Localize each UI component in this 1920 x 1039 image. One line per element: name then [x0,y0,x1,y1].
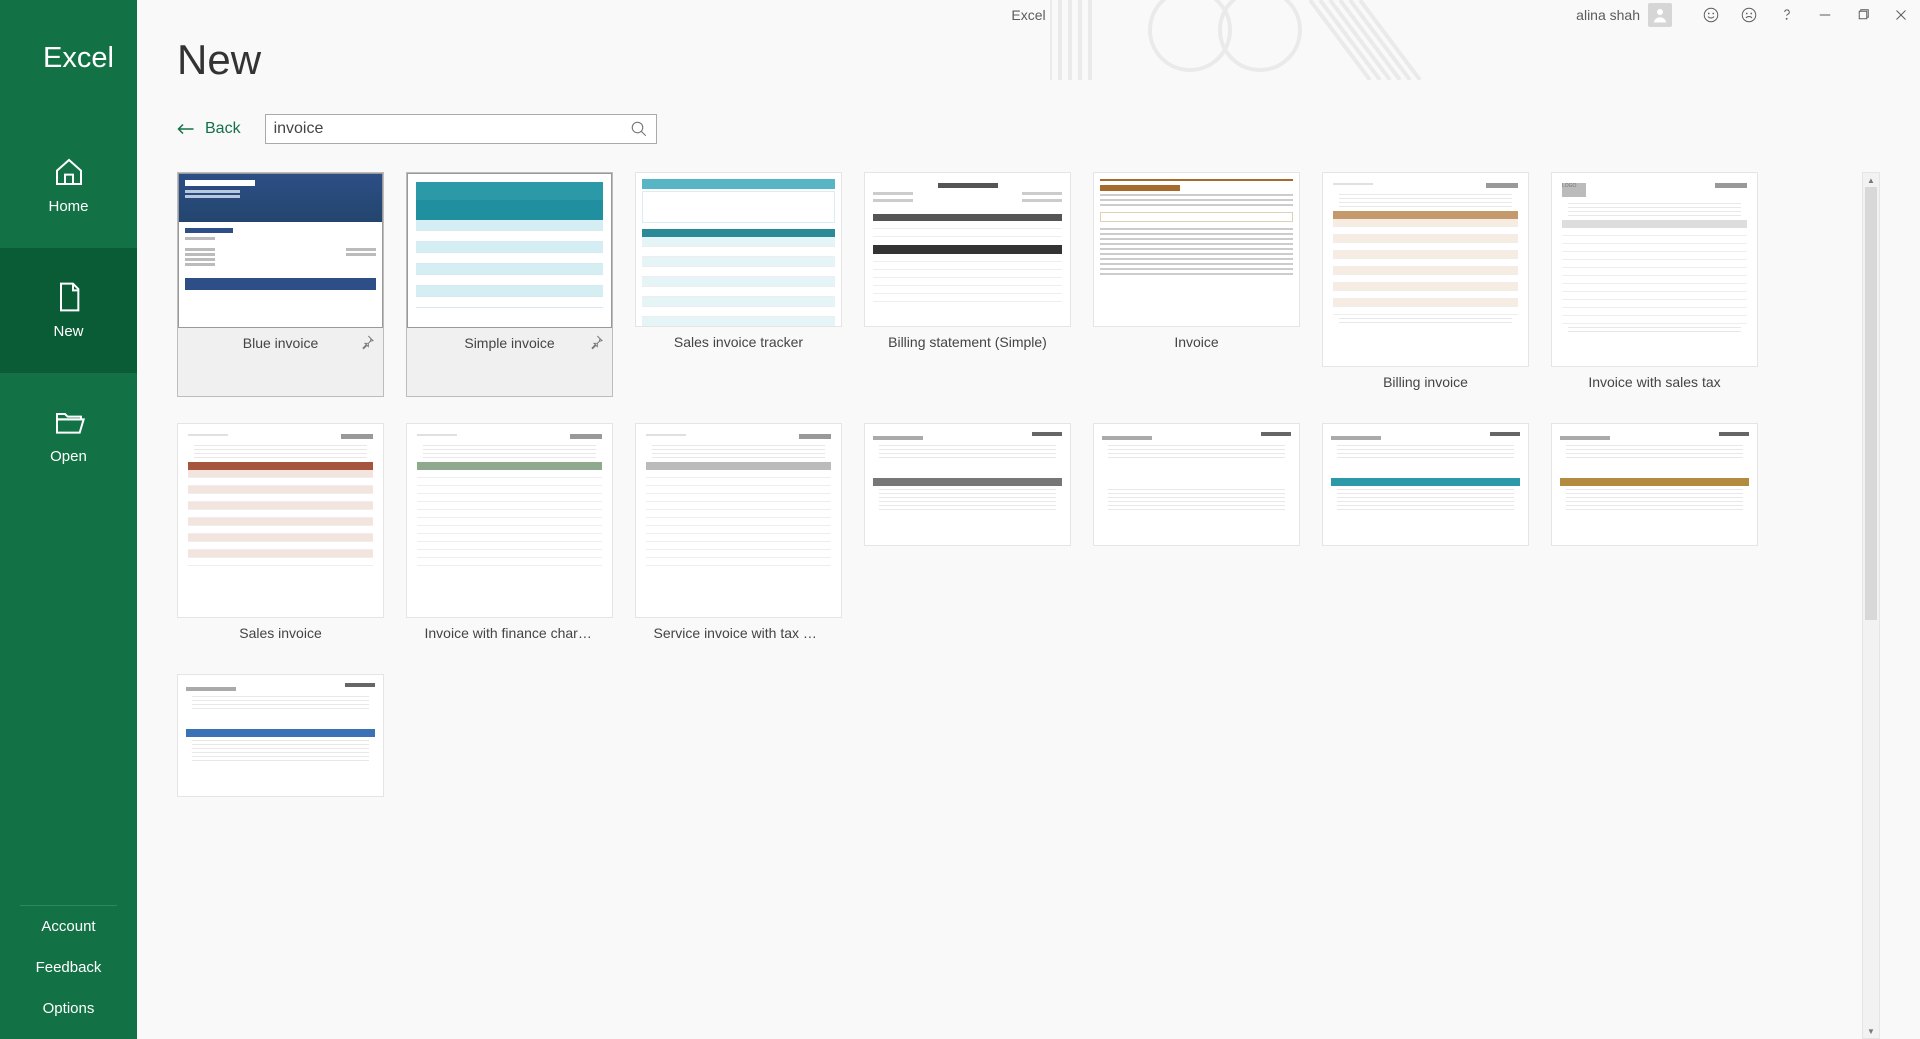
template-label: Service invoice with tax ca... [654,625,824,641]
template-sales-tracker[interactable]: Sales invoice tracker [635,172,842,397]
template-thumbnail [1093,172,1300,327]
sidebar-item-new[interactable]: New [0,248,137,373]
folder-open-icon [53,406,85,438]
sidebar-bottom-links: Account Feedback Options [20,905,117,1039]
template-thumbnail [864,172,1071,327]
app-title: Excel [0,0,137,75]
template-caption-row: Billing statement (Simple) [864,327,1071,357]
sidebar-item-home[interactable]: Home [0,123,137,248]
template-thumbnail [406,423,613,618]
template-label: Simple invoice [464,335,554,351]
account-name[interactable]: alina shah [1576,7,1640,23]
template-thumbnail [1322,172,1529,367]
back-label: Back [205,120,241,138]
template-thumbnail [1093,423,1300,546]
window-close-button[interactable] [1882,0,1920,30]
template-caption-row: Invoice with finance charg... [406,618,613,648]
window-titlebar: Excel alina shah [137,0,1920,30]
template-simple-invoice[interactable]: Simple invoice [406,172,613,397]
template-thumbnail [177,674,384,797]
backstage-sidebar: Excel Home New Open Account Feedback Opt… [0,0,137,1039]
template-thumbnail [1551,423,1758,546]
question-icon [1778,6,1796,24]
template-thumbnail: LOGO [1551,172,1758,367]
window-minimize-button[interactable] [1806,0,1844,30]
template-caption-row: Invoice [1093,327,1300,357]
template-r3-2[interactable] [1093,423,1300,648]
template-finance-charge[interactable]: Invoice with finance charg... [406,423,613,648]
sidebar-item-label: New [53,323,83,340]
smile-icon [1702,6,1720,24]
window-restore-button[interactable] [1844,0,1882,30]
gallery-scrollbar[interactable]: ▲ ▼ [1862,172,1880,1039]
feedback-frown-button[interactable] [1730,0,1768,30]
close-icon [1892,6,1910,24]
scroll-thumb[interactable] [1865,187,1877,620]
template-search-input[interactable] [274,120,630,138]
template-thumbnail [178,173,383,328]
template-label: Invoice [1174,334,1218,350]
template-thumbnail [864,423,1071,546]
template-thumbnail [635,172,842,327]
template-caption-row: Billing invoice [1322,367,1529,397]
template-thumbnail [177,423,384,618]
template-billing-simple[interactable]: Billing statement (Simple) [864,172,1071,397]
back-link[interactable]: Back [177,120,241,138]
scroll-down-arrow[interactable]: ▼ [1863,1024,1879,1038]
home-icon [53,156,85,188]
sidebar-link-feedback[interactable]: Feedback [20,947,117,988]
template-label: Billing invoice [1383,374,1468,390]
sidebar-item-open[interactable]: Open [0,373,137,498]
window-title: Excel [1011,7,1045,23]
template-label: Sales invoice [239,625,322,641]
arrow-left-icon [177,122,195,136]
template-label: Sales invoice tracker [674,334,803,350]
template-r3-5[interactable] [177,674,384,797]
template-r3-1[interactable] [864,423,1071,648]
template-billing-invoice[interactable]: Billing invoice [1322,172,1529,397]
new-file-icon [53,281,85,313]
frown-icon [1740,6,1758,24]
template-label: Invoice with sales tax [1588,374,1720,390]
pin-icon[interactable] [588,334,604,350]
backstage-main: Excel alina shah [137,0,1920,1039]
template-label: Blue invoice [243,335,319,351]
template-sales-invoice[interactable]: Sales invoice [177,423,384,648]
page-title: New [177,36,1880,84]
template-caption-row: Simple invoice [407,328,612,358]
account-avatar[interactable] [1648,3,1672,27]
template-caption-row: Service invoice with tax ca... [635,618,842,648]
template-invoice[interactable]: Invoice [1093,172,1300,397]
template-sales-tax[interactable]: LOGO Invoice with sales tax [1551,172,1758,397]
sidebar-item-label: Home [48,198,88,215]
template-thumbnail [1322,423,1529,546]
restore-icon [1854,6,1872,24]
template-search-box[interactable] [265,114,657,144]
template-gallery: Blue invoice Simple invoice Sales invoice … [177,172,1860,1039]
template-caption-row: Sales invoice tracker [635,327,842,357]
template-r3-4[interactable] [1551,423,1758,648]
help-button[interactable] [1768,0,1806,30]
sidebar-item-label: Open [50,448,87,465]
scroll-up-arrow[interactable]: ▲ [1863,173,1879,187]
template-thumbnail [635,423,842,618]
template-r3-3[interactable] [1322,423,1529,648]
minimize-icon [1816,6,1834,24]
template-caption-row: Invoice with sales tax [1551,367,1758,397]
template-label: Billing statement (Simple) [888,334,1047,350]
person-icon [1651,6,1669,24]
sidebar-link-account[interactable]: Account [20,906,117,947]
template-caption-row: Sales invoice [177,618,384,648]
feedback-smile-button[interactable] [1692,0,1730,30]
sidebar-link-options[interactable]: Options [20,988,117,1029]
template-caption-row: Blue invoice [178,328,383,358]
pin-icon[interactable] [359,334,375,350]
template-thumbnail [407,173,612,328]
template-service-tax[interactable]: Service invoice with tax ca... [635,423,842,648]
search-icon [630,120,648,138]
template-label: Invoice with finance charg... [425,625,595,641]
template-blue-invoice[interactable]: Blue invoice [177,172,384,397]
